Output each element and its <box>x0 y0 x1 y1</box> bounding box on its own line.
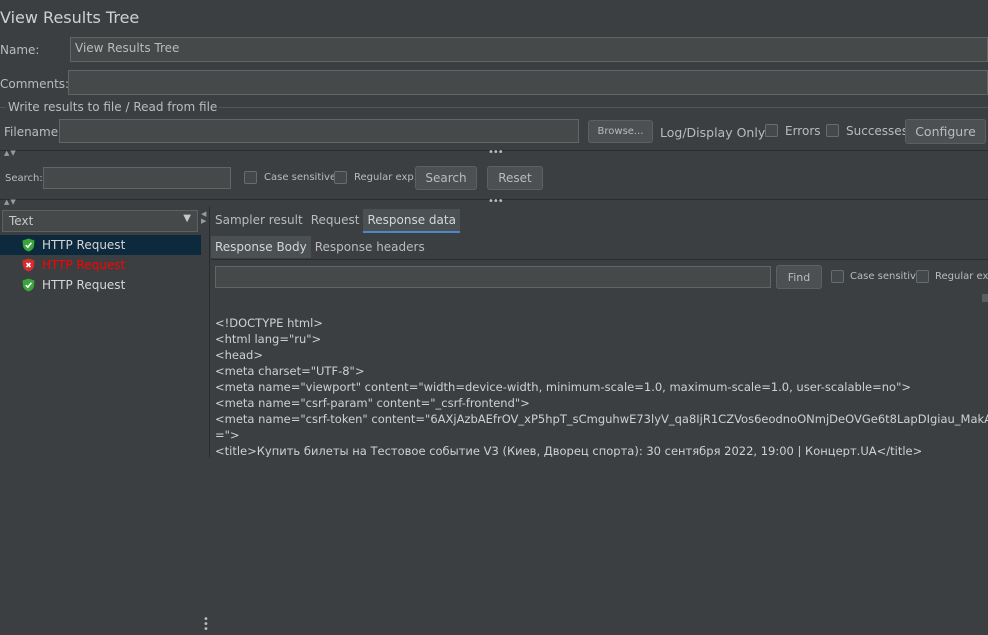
success-shield-icon <box>22 278 35 292</box>
tab-response-headers[interactable]: Response headers <box>311 236 429 258</box>
splitter-arrows-icon[interactable]: ▲▼ <box>4 149 17 157</box>
find-regex-label: Regular exp. <box>935 271 988 282</box>
search-button[interactable]: Search <box>415 166 477 190</box>
response-body-text: <!DOCTYPE html> <html lang="ru"> <head> <me… <box>215 315 988 457</box>
find-regex-checkbox[interactable] <box>916 270 929 283</box>
tree-item-label: HTTP Request <box>42 238 126 252</box>
tab-response-body[interactable]: Response Body <box>211 236 311 258</box>
response-line: <title>Купить билеты на Тестовое событие… <box>215 444 923 457</box>
sub-tabs-divider <box>211 259 988 260</box>
renderer-select[interactable]: Text ▼ <box>2 210 198 232</box>
response-line: <head> <box>215 348 263 362</box>
errors-checkbox[interactable] <box>765 124 778 137</box>
tree-item-label: HTTP Request <box>42 258 126 272</box>
response-body: <!DOCTYPE html> <html lang="ru"> <head> <me… <box>211 315 988 457</box>
search-regex-label: Regular exp. <box>354 172 417 183</box>
splitter-handle-icon[interactable]: ••• <box>488 196 504 207</box>
search-case-sensitive-label: Case sensitive <box>264 172 337 183</box>
successes-checkbox[interactable] <box>826 124 839 137</box>
name-input[interactable]: View Results Tree <box>70 37 988 62</box>
tree-item-http-request[interactable]: HTTP Request <box>0 235 201 255</box>
response-line: <meta name="viewport" content="width=dev… <box>215 380 911 394</box>
splitter-arrows-icon[interactable]: ▲▼ <box>4 198 17 206</box>
successes-label: Successes <box>846 124 908 138</box>
chevron-down-icon: ▼ <box>183 213 191 224</box>
tab-request[interactable]: Request <box>307 209 364 233</box>
window-title: View Results Tree <box>0 8 140 27</box>
search-input[interactable] <box>43 167 231 189</box>
tab-sampler-result[interactable]: Sampler result <box>211 209 307 233</box>
search-regex-checkbox[interactable] <box>334 171 347 184</box>
splitter-arrows-icon[interactable]: ◀ ▶ <box>201 211 207 225</box>
configure-button[interactable]: Configure <box>905 119 986 144</box>
find-input[interactable] <box>215 266 771 288</box>
tree-item-label: HTTP Request <box>42 278 126 292</box>
tree-item-http-request[interactable]: HTTP Request <box>0 275 201 295</box>
browse-button[interactable]: Browse... <box>588 120 653 143</box>
splitter-handle-icon[interactable]: ••• <box>203 615 209 635</box>
comments-label: Comments: <box>0 77 70 91</box>
find-case-sensitive-checkbox[interactable] <box>831 270 844 283</box>
response-scrollbar[interactable] <box>982 294 988 302</box>
errors-label: Errors <box>785 124 821 138</box>
results-tree-pane: Text ▼ HTTP Request HTTP Request HTTP Requ… <box>0 207 201 457</box>
result-tabs: Sampler result Request Response data <box>211 209 460 233</box>
response-sub-tabs: Response Body Response headers <box>211 236 429 258</box>
filename-input[interactable] <box>59 119 579 143</box>
reset-button[interactable]: Reset <box>487 166 543 190</box>
tree-item-http-request[interactable]: HTTP Request <box>0 255 201 275</box>
find-case-sensitive-label: Case sensitive <box>850 271 923 282</box>
response-line: <html lang="ru"> <box>215 332 322 346</box>
error-shield-icon <box>22 258 35 272</box>
file-section-heading: Write results to file / Read from file <box>6 100 220 114</box>
search-label: Search: <box>5 173 43 184</box>
renderer-select-value: Text <box>9 214 34 228</box>
success-shield-icon <box>22 238 35 252</box>
name-label: Name: <box>0 43 40 57</box>
filename-label: Filename <box>4 125 59 139</box>
response-line: <meta name="csrf-param" content="_csrf-f… <box>215 396 530 410</box>
response-line: <meta name="csrf-token" content="6AXjAzb… <box>215 412 988 426</box>
log-display-label: Log/Display Only: <box>660 125 769 140</box>
tab-response-data[interactable]: Response data <box>363 209 460 233</box>
find-button[interactable]: Find <box>776 265 822 289</box>
response-line: <meta charset="UTF-8"> <box>215 364 365 378</box>
splitter-handle-icon[interactable]: ••• <box>488 147 504 158</box>
results-tree: HTTP Request HTTP Request HTTP Request <box>0 235 201 295</box>
vertical-splitter[interactable]: ◀ ▶ • • • <box>201 207 210 635</box>
response-line: ="> <box>215 428 240 442</box>
search-case-sensitive-checkbox[interactable] <box>244 171 257 184</box>
response-line: <!DOCTYPE html> <box>215 316 323 330</box>
comments-input[interactable] <box>68 70 988 95</box>
